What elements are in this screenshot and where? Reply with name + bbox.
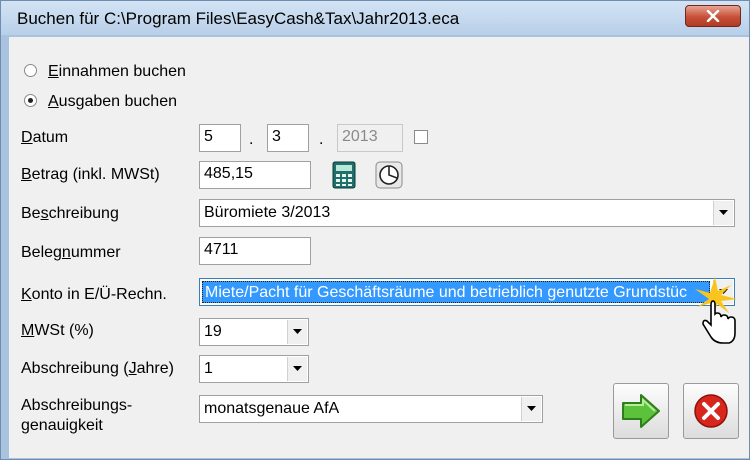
- close-button[interactable]: [685, 5, 741, 27]
- dialog-body: Einnahmen buchen Ausgaben buchen Datum 5…: [9, 37, 749, 458]
- abschreibungsgenauigkeit-combo[interactable]: monatsgenaue AfA: [199, 395, 543, 423]
- radio-ausgaben-label[interactable]: Ausgaben buchen: [48, 93, 177, 111]
- title-bar[interactable]: Buchen für C:\Program Files\EasyCash&Tax…: [1, 1, 749, 35]
- radio-ausgaben[interactable]: [24, 94, 37, 107]
- beschreibung-value: Büromiete 3/2013: [204, 204, 331, 221]
- dropdown-button[interactable]: [713, 201, 733, 225]
- booking-dialog: Buchen für C:\Program Files\EasyCash&Tax…: [0, 0, 750, 460]
- abschreibungsgenauigkeit-label-line1: Abschreibungs-: [21, 397, 133, 414]
- hand-cursor-icon: [695, 277, 737, 344]
- abschreibung-combo[interactable]: 1: [199, 355, 309, 383]
- dropdown-button[interactable]: [287, 357, 307, 381]
- abschreibung-label: Abschreibung (Jahre): [21, 360, 174, 377]
- belegnummer-label: Belegnummer: [21, 244, 121, 261]
- abschreibungsgenauigkeit-label-line2: genauigkeit: [21, 417, 103, 434]
- ok-button[interactable]: [613, 383, 669, 439]
- abschreibung-value: 1: [204, 360, 213, 377]
- calculator-button[interactable]: [331, 161, 359, 189]
- mwst-label: MWSt (%): [21, 322, 94, 339]
- radio-einnahmen-label[interactable]: Einnahmen buchen: [48, 63, 186, 81]
- radio-selected-dot: [28, 98, 33, 103]
- chevron-down-icon: [719, 210, 728, 215]
- year-checkbox[interactable]: [414, 130, 428, 144]
- year-field: 2013: [337, 124, 403, 152]
- split-booking-button[interactable]: [375, 161, 403, 189]
- konto-label: Konto in E/Ü-Rechn.: [21, 286, 167, 303]
- dropdown-button[interactable]: [521, 397, 541, 421]
- beschreibung-combo[interactable]: Büromiete 3/2013: [199, 199, 735, 227]
- day-field[interactable]: 5: [199, 124, 241, 152]
- chevron-down-icon: [293, 366, 302, 371]
- konto-combo[interactable]: Miete/Pacht für Geschäftsräume und betri…: [199, 278, 735, 306]
- green-arrow-right-icon: [622, 394, 660, 428]
- date-separator: .: [249, 131, 254, 148]
- chevron-down-icon: [527, 406, 536, 411]
- month-field[interactable]: 3: [267, 124, 309, 152]
- beschreibung-label: Beschreibung: [21, 205, 119, 222]
- calculator-icon: [332, 161, 356, 189]
- chevron-down-icon: [293, 329, 302, 334]
- date-separator: .: [319, 131, 324, 148]
- betrag-label: Betrag (inkl. MWSt): [21, 166, 160, 183]
- red-x-icon: [694, 394, 728, 428]
- abschreibungsgenauigkeit-value: monatsgenaue AfA: [204, 400, 340, 417]
- dropdown-button[interactable]: [287, 320, 307, 344]
- close-icon: [706, 10, 720, 22]
- konto-value: Miete/Pacht für Geschäftsräume und betri…: [202, 281, 710, 303]
- radio-einnahmen[interactable]: [24, 64, 37, 77]
- betrag-field[interactable]: 485,15: [199, 161, 311, 189]
- belegnummer-field[interactable]: 4711: [199, 237, 311, 265]
- mwst-combo[interactable]: 19: [199, 318, 309, 346]
- datum-label: Datum: [21, 129, 69, 146]
- window-title: Buchen für C:\Program Files\EasyCash&Tax…: [17, 9, 460, 28]
- cancel-button[interactable]: [683, 383, 739, 439]
- pie-chart-icon: [375, 161, 403, 189]
- mwst-value: 19: [204, 323, 222, 340]
